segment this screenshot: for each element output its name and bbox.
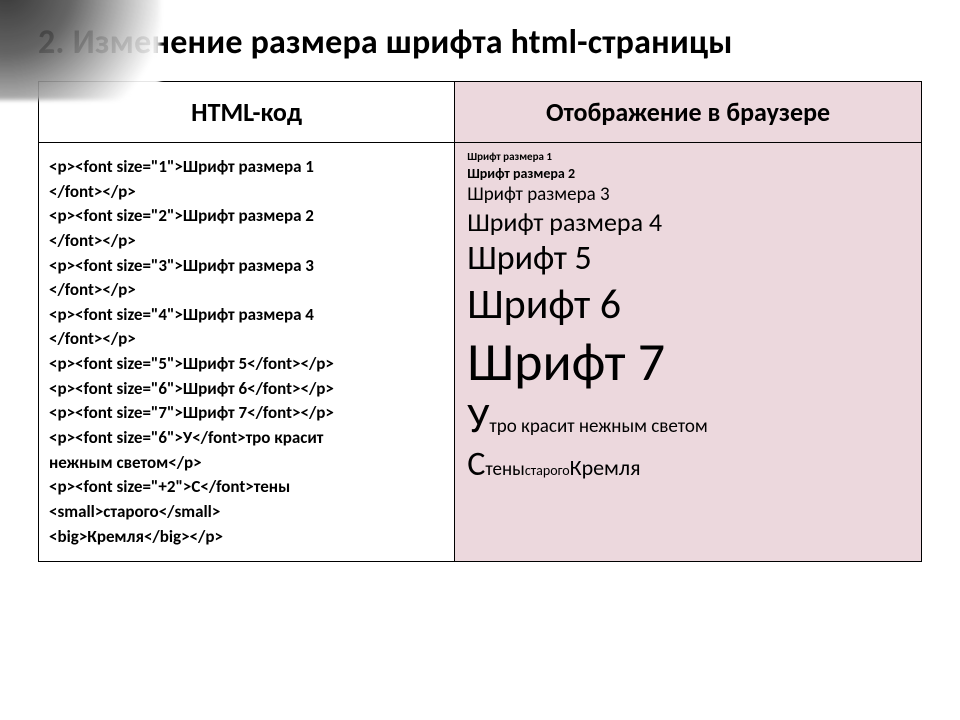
render-block: Шрифт размера 1 Шрифт размера 2 Шрифт ра…	[467, 151, 909, 484]
code-line: <p><font size="4">Шрифт размера 4	[49, 303, 444, 328]
render-size-2: Шрифт размера 2	[467, 166, 909, 182]
cell-html-code: <p><font size="1">Шрифт размера 1 </font…	[39, 143, 455, 562]
rest-text: тро красит нежным светом	[489, 416, 707, 438]
code-line: <p><font size="3">Шрифт размера 3	[49, 254, 444, 279]
drop-cap: С	[467, 445, 485, 484]
render-size-5: Шрифт 5	[467, 239, 909, 278]
code-line: <p><font size="5">Шрифт 5</font></p>	[49, 352, 444, 377]
code-line: <p><font size="+2">С</font>тены	[49, 475, 444, 500]
small-text: старого	[525, 463, 570, 479]
code-line: <p><font size="2">Шрифт размера 2	[49, 204, 444, 229]
code-line: </font></p>	[49, 180, 444, 205]
comparison-table: HTML-код Отображение в браузере <p><font…	[38, 81, 922, 562]
code-line: </font></p>	[49, 278, 444, 303]
code-line: <p><font size="1">Шрифт размера 1	[49, 155, 444, 180]
drop-cap: У	[467, 395, 489, 443]
render-size-3: Шрифт размера 3	[467, 184, 909, 206]
rest-text: тены	[485, 459, 524, 481]
render-size-4: Шрифт размера 4	[467, 208, 909, 238]
render-utro-line: У тро красит нежным светом	[467, 395, 909, 443]
render-size-6: Шрифт 6	[467, 281, 909, 329]
cell-browser-render: Шрифт размера 1 Шрифт размера 2 Шрифт ра…	[455, 143, 922, 562]
big-text: Кремля	[570, 455, 641, 480]
render-size-1: Шрифт размера 1	[467, 151, 909, 164]
render-size-7: Шрифт 7	[467, 331, 909, 393]
code-line: <small>старого</small>	[49, 500, 444, 525]
slide-title: 2. Изменение размера шрифта html-страниц…	[38, 22, 922, 63]
code-line: нежным светом</p>	[49, 451, 444, 476]
code-line: <p><font size="6">У</font>тро красит	[49, 426, 444, 451]
code-line: <p><font size="6">Шрифт 6</font></p>	[49, 377, 444, 402]
render-steny-line: С тены старого Кремля	[467, 445, 909, 484]
code-line: </font></p>	[49, 229, 444, 254]
code-line: <big>Кремля</big></p>	[49, 525, 444, 550]
header-browser-render: Отображение в браузере	[455, 82, 922, 143]
slide: 2. Изменение размера шрифта html-страниц…	[0, 0, 960, 720]
header-html-code: HTML-код	[39, 82, 455, 143]
code-line: </font></p>	[49, 327, 444, 352]
code-line: <p><font size="7">Шрифт 7</font></p>	[49, 401, 444, 426]
